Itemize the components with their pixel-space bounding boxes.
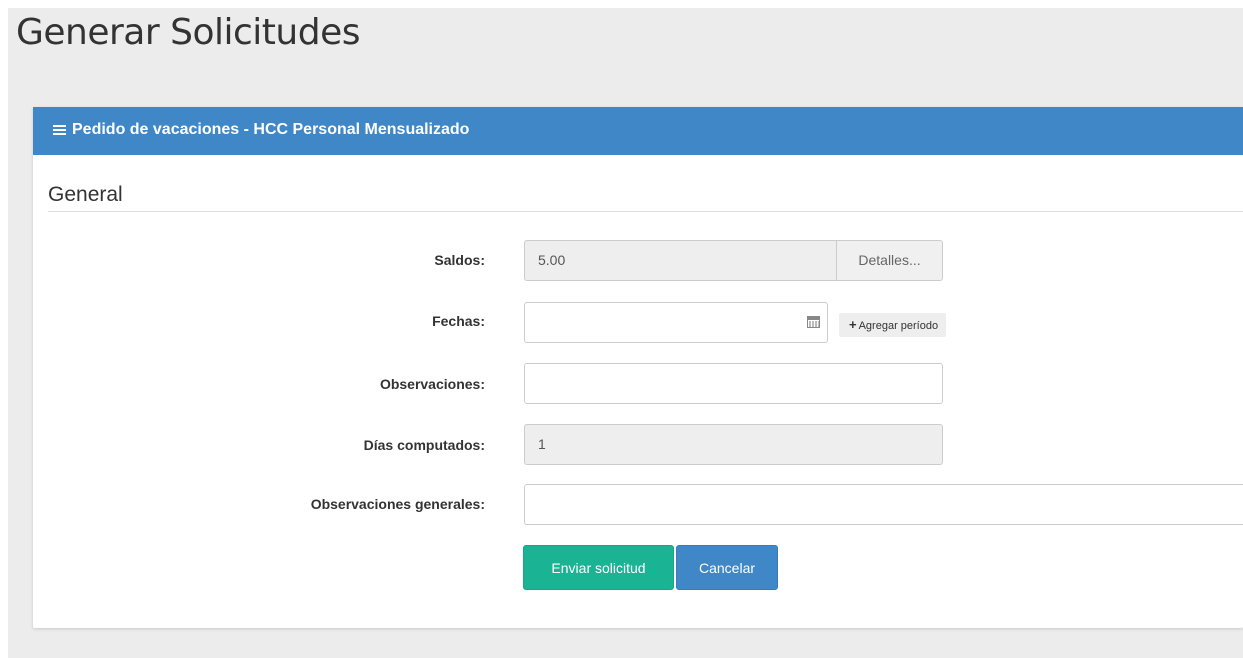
add-period-label: Agregar período (858, 320, 939, 332)
observaciones-input[interactable] (524, 363, 943, 404)
details-button[interactable]: Detalles... (836, 240, 943, 281)
calendar-button[interactable] (801, 302, 828, 343)
submit-button[interactable]: Enviar solicitud (523, 545, 674, 590)
dias-computados-label: Días computados: (363, 437, 485, 453)
page-background: Generar Solicitudes Pedido de vacaciones… (8, 8, 1243, 658)
observaciones-generales-input[interactable] (524, 484, 1243, 525)
calendar-icon (807, 316, 820, 328)
observaciones-generales-label: Observaciones generales: (310, 496, 485, 512)
plus-icon: + (849, 317, 857, 332)
observaciones-label: Observaciones: (379, 376, 485, 392)
add-period-button[interactable]: + Agregar período (839, 313, 947, 337)
saldos-field: 5.00 (524, 240, 837, 281)
cancel-button[interactable]: Cancelar (676, 545, 778, 590)
fechas-label: Fechas: (432, 313, 485, 329)
form-labels: Saldos: Fechas: Observaciones: Días comp… (33, 107, 485, 628)
fechas-input[interactable] (524, 302, 802, 343)
dias-computados-field: 1 (524, 424, 943, 465)
saldos-label: Saldos: (434, 252, 485, 268)
page-title: Generar Solicitudes (16, 12, 360, 53)
request-panel: Pedido de vacaciones - HCC Personal Mens… (33, 107, 1243, 628)
